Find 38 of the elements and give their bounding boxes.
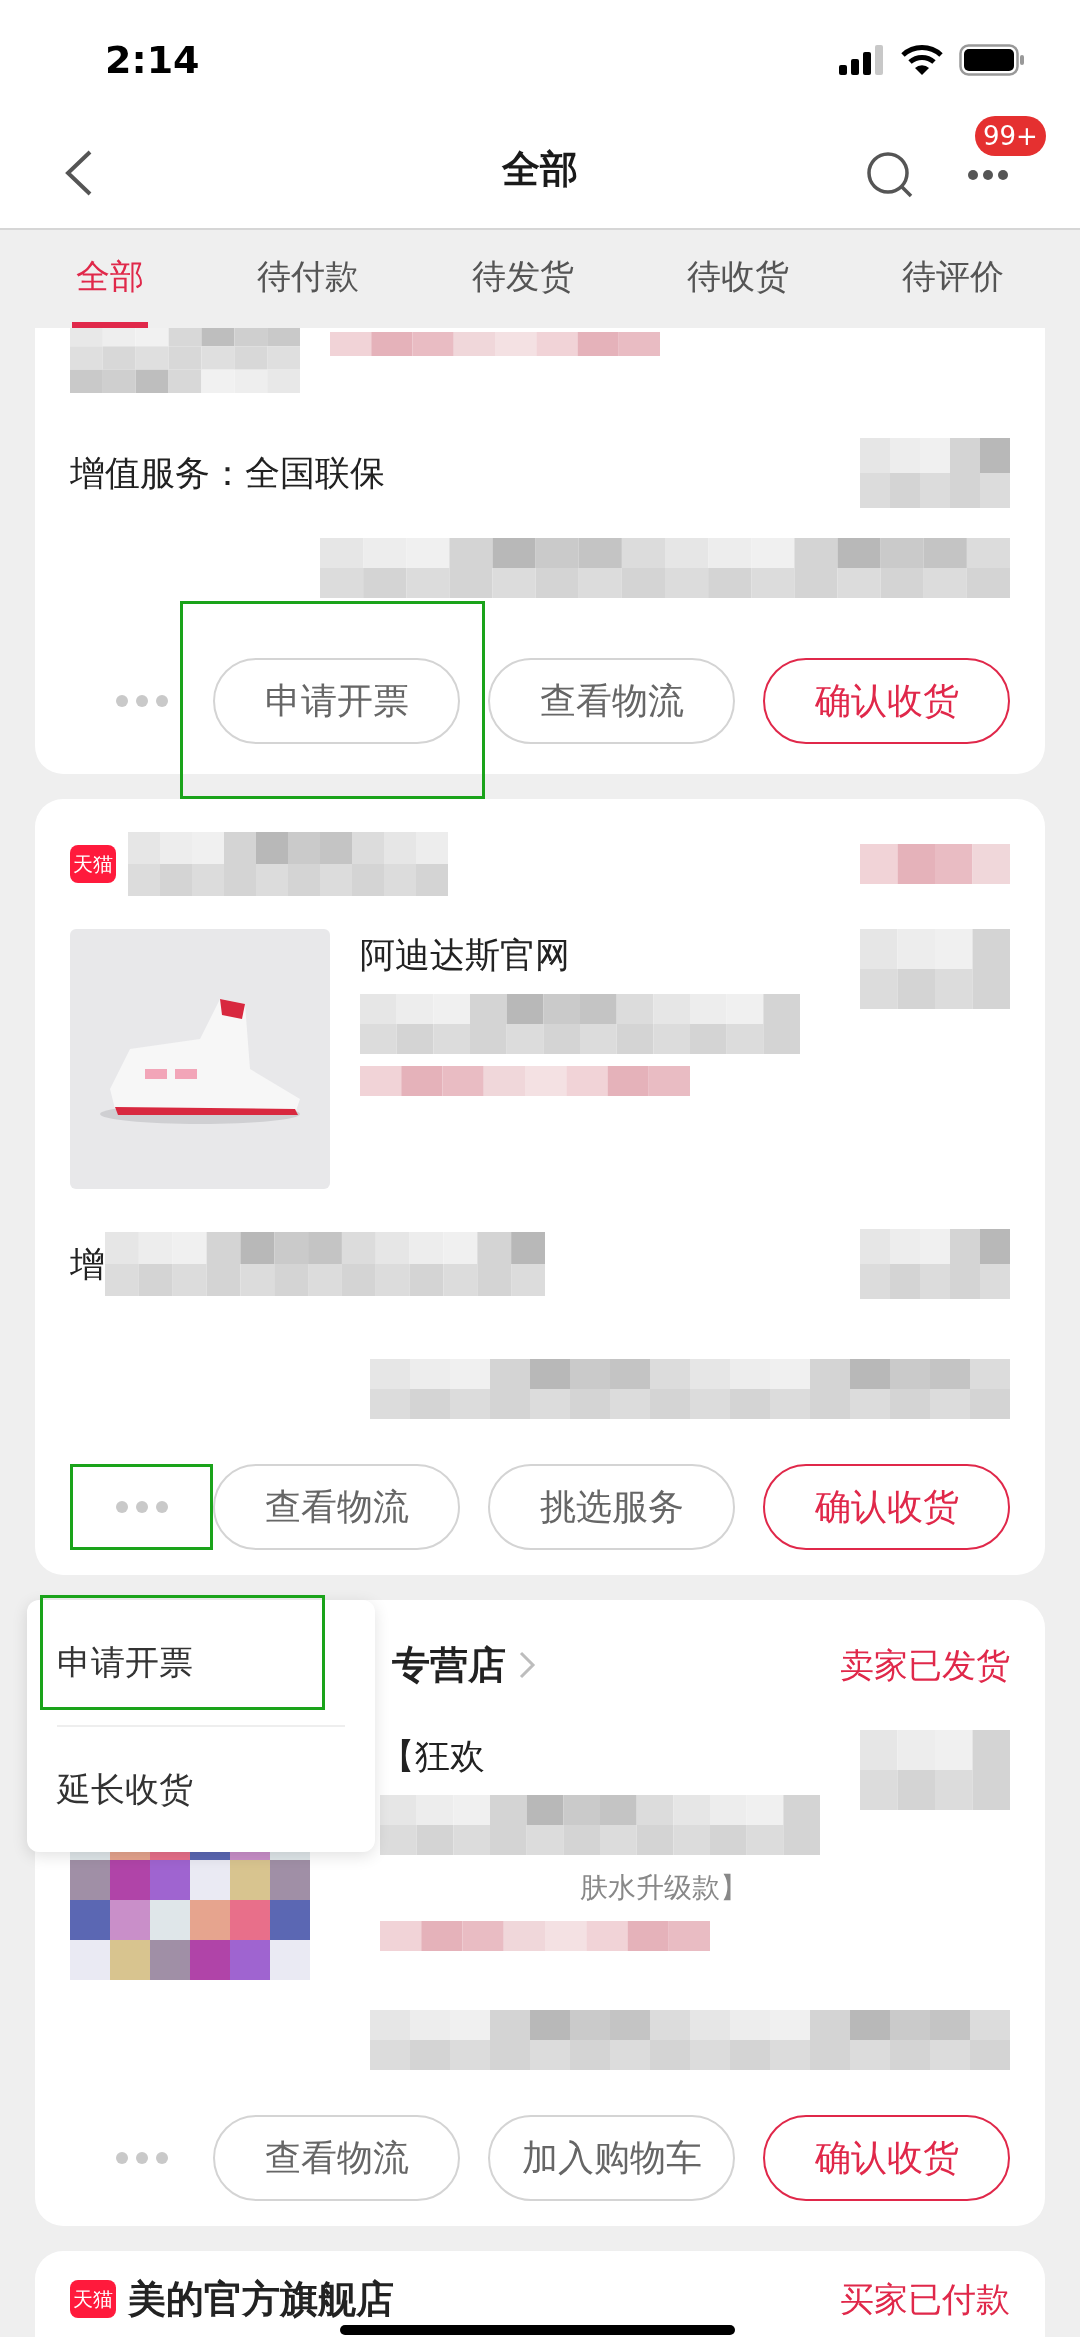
- more-dots-icon[interactable]: [968, 170, 1008, 180]
- shop-name[interactable]: 专营店: [392, 1636, 506, 1694]
- order-status: 卖家已发货: [840, 1643, 1010, 1687]
- status-time: 2:14: [105, 36, 200, 84]
- action-button[interactable]: 申请开票: [213, 658, 460, 744]
- signal-icon: [839, 45, 885, 75]
- tmall-badge: 天猫: [70, 845, 116, 883]
- action-button[interactable]: 加入购物车: [488, 2115, 735, 2201]
- product-title[interactable]: 【狂欢: [380, 1730, 830, 1783]
- menu-item[interactable]: 申请开票: [57, 1600, 345, 1725]
- notification-badge: 99+: [975, 116, 1046, 156]
- more-dots-icon[interactable]: [115, 2152, 168, 2164]
- tab[interactable]: 待评价: [897, 230, 1008, 328]
- action-button[interactable]: 查看物流: [488, 658, 735, 744]
- order-status: 买家已付款: [840, 2277, 1010, 2321]
- wifi-icon: [901, 44, 943, 76]
- battery-icon: [959, 44, 1025, 76]
- page-title: 全部: [502, 145, 578, 193]
- confirm-button[interactable]: 确认收货: [763, 1464, 1010, 1550]
- action-button[interactable]: 查看物流: [213, 2115, 460, 2201]
- search-icon[interactable]: [865, 150, 915, 200]
- service-text: 增: [70, 1242, 105, 1286]
- menu-item[interactable]: 延长收货: [57, 1727, 345, 1852]
- tab[interactable]: 待发货: [468, 230, 578, 328]
- action-button[interactable]: 查看物流: [213, 1464, 460, 1550]
- more-dots-icon[interactable]: [115, 1501, 168, 1513]
- action-button[interactable]: 挑选服务: [488, 1464, 735, 1550]
- product-spec: 肤水升级款】: [579, 1869, 749, 1906]
- service-text: 增值服务：全国联保: [70, 451, 385, 495]
- confirm-button[interactable]: 确认收货: [763, 658, 1010, 744]
- shop-name[interactable]: 美的官方旗舰店: [128, 2270, 394, 2328]
- chevron-right-icon: [518, 1650, 536, 1680]
- tmall-badge: 天猫: [70, 2280, 116, 2318]
- tab[interactable]: 待收货: [682, 230, 793, 328]
- tab[interactable]: 待付款: [253, 230, 364, 328]
- confirm-button[interactable]: 确认收货: [763, 2115, 1010, 2201]
- product-title[interactable]: 阿迪达斯官网: [360, 929, 830, 982]
- more-dots-icon[interactable]: [115, 695, 168, 707]
